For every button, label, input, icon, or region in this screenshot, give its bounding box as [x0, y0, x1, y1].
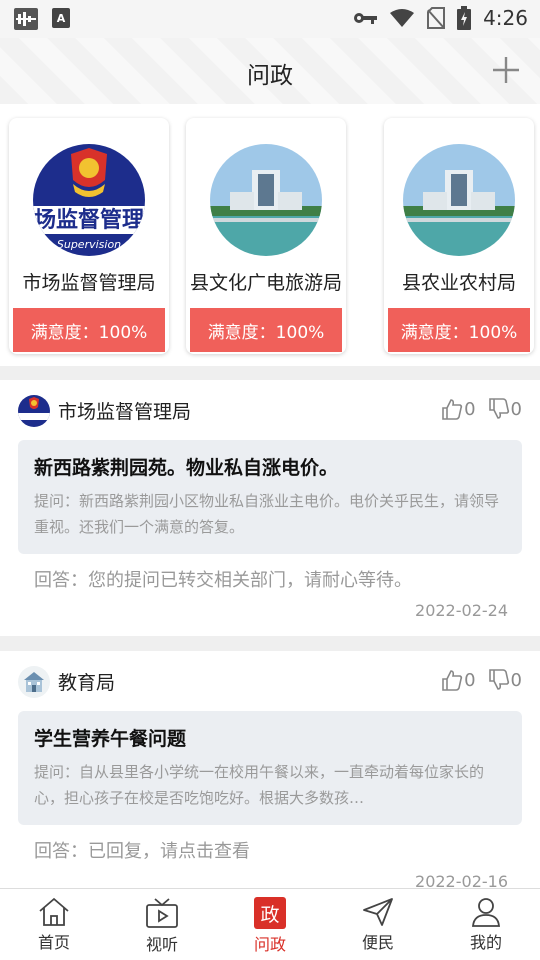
nav-item-service[interactable]: 便民: [324, 889, 432, 960]
like-button[interactable]: 0: [441, 669, 476, 691]
post-header: 教育局 0 0: [18, 665, 522, 699]
app-header: 问政: [0, 38, 540, 104]
status-time: 4:26: [483, 6, 528, 30]
thumbs-down-icon: [488, 398, 509, 419]
department-name: 县农业农村局: [401, 272, 516, 294]
thumbs-down-icon: [488, 669, 509, 690]
nav-label: 问政: [253, 935, 286, 954]
vote-group: 0 0: [441, 398, 522, 420]
department-carousel: 场监督管理 Supervision 市场监督管理局 满意度：100% 县文化广电…: [0, 104, 540, 366]
department-card[interactable]: 县农业农村局 满意度：100%: [384, 118, 534, 354]
post-date: 2022-02-24: [415, 601, 508, 620]
status-left-icons: A: [14, 8, 70, 30]
tv-play-icon: [146, 898, 178, 928]
status-right-icons: 4:26: [353, 6, 528, 30]
question-card[interactable]: 教育局 0 0 学生营养午餐问题 提问：自从县里各小学统一在校用午餐以来，一直牵…: [0, 651, 540, 888]
like-button[interactable]: 0: [441, 398, 476, 420]
dislike-button[interactable]: 0: [488, 398, 522, 420]
page-title: 问政: [247, 63, 293, 89]
nav-label: 便民: [361, 933, 394, 952]
building-photo: [403, 144, 515, 256]
key-icon: [354, 13, 378, 24]
question-card[interactable]: 市场监督管理局 0 0 新西路紫荆园苑。物业私自涨电价。 提问：新西路紫荆园小区…: [0, 380, 540, 636]
logo-text: 场监督管理: [34, 207, 144, 233]
question-body: 提问：自从县里各小学统一在校用午餐以来，一直牵动着每位家长的心，担心孩子在校是否…: [34, 763, 485, 807]
dislike-count: 0: [510, 669, 522, 691]
satisfaction-badge: 满意度：100%: [190, 308, 342, 352]
satisfaction-badge: 满意度：100%: [13, 308, 165, 352]
department-name: 市场监督管理局: [22, 272, 156, 294]
wifi-icon: [390, 9, 415, 27]
post-department-name: 教育局: [58, 672, 116, 694]
answer-text: 回答：已回复，请点击查看: [34, 841, 250, 862]
like-count: 0: [464, 669, 476, 691]
logo-subtext: Supervision: [57, 238, 121, 251]
department-name: 县文化广电旅游局: [189, 272, 342, 294]
nav-label: 首页: [37, 933, 70, 952]
like-count: 0: [464, 398, 476, 420]
battery-charging-icon: [457, 6, 472, 30]
question-body: 提问：新西路紫荆园小区物业私自涨业主电价。电价关乎民生，请领导重视。还我们一个满…: [34, 492, 500, 536]
nav-item-video[interactable]: 视听: [108, 889, 216, 960]
text-a-icon: A: [52, 8, 70, 28]
bottom-nav: 首页 视听 政 问政 便民 我的: [0, 888, 540, 960]
nav-label: 视听: [145, 935, 178, 954]
sim-off-icon: [427, 7, 446, 29]
post-date: 2022-02-16: [415, 872, 508, 888]
department-card[interactable]: 县文化广电旅游局 满意度：100%: [186, 118, 346, 354]
user-icon: [472, 898, 500, 927]
nav-label: 我的: [469, 933, 502, 952]
department-card[interactable]: 场监督管理 Supervision 市场监督管理局 满意度：100%: [9, 118, 169, 354]
nav-item-home[interactable]: 首页: [0, 889, 108, 960]
satisfaction-badge: 满意度：100%: [388, 308, 530, 352]
department-avatar: [18, 395, 50, 427]
nav-item-profile[interactable]: 我的: [432, 889, 540, 960]
school-icon: [18, 666, 50, 698]
signal-grid-icon: [14, 8, 38, 30]
dislike-button[interactable]: 0: [488, 669, 522, 691]
status-bar: A 4:26: [0, 0, 540, 38]
gov-icon: 政: [254, 897, 286, 929]
thumbs-up-icon: [442, 399, 463, 420]
market-supervision-logo: 场监督管理 Supervision: [33, 144, 145, 256]
question-box[interactable]: 新西路紫荆园苑。物业私自涨电价。 提问：新西路紫荆园小区物业私自涨业主电价。电价…: [18, 440, 522, 554]
nav-item-gov[interactable]: 政 问政: [216, 889, 324, 960]
plus-icon[interactable]: [490, 54, 522, 86]
vote-group: 0 0: [441, 669, 522, 691]
answer-text: 回答：您的提问已转交相关部门，请耐心等待。: [34, 570, 412, 591]
question-box[interactable]: 学生营养午餐问题 提问：自从县里各小学统一在校用午餐以来，一直牵动着每位家长的心…: [18, 711, 522, 825]
question-title: 学生营养午餐问题: [34, 728, 187, 750]
post-department-name: 市场监督管理局: [58, 401, 192, 423]
home-icon: [39, 897, 69, 926]
paper-plane-icon: [363, 898, 393, 926]
dislike-count: 0: [510, 398, 522, 420]
thumbs-up-icon: [442, 670, 463, 691]
post-header: 市场监督管理局 0 0: [18, 394, 522, 428]
question-title: 新西路紫荆园苑。物业私自涨电价。: [34, 457, 339, 479]
building-photo: [210, 144, 322, 256]
